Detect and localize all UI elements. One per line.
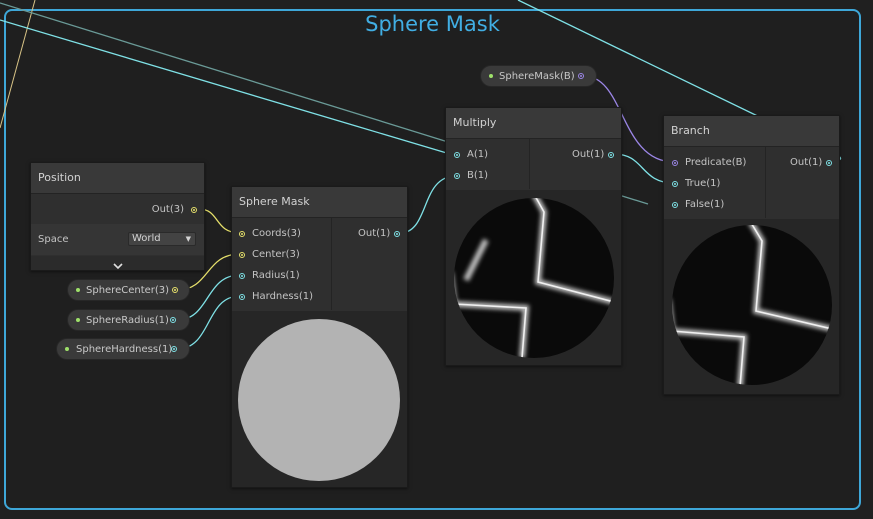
- port-out[interactable]: Out(1): [790, 156, 822, 170]
- property-label: SphereCenter(3): [86, 285, 170, 296]
- wire-offscreen-a: [0, 0, 36, 129]
- port-predicate[interactable]: Predicate(B): [685, 156, 746, 170]
- space-dropdown[interactable]: World ▼: [128, 232, 196, 246]
- sphere-mask-node[interactable]: Sphere Mask Coords(3) Center(3) Radius(1…: [231, 186, 408, 488]
- port-b-connector-icon[interactable]: [454, 173, 460, 179]
- port-label: Out(3): [151, 204, 184, 215]
- port-predicate-connector-icon[interactable]: [672, 160, 678, 166]
- port-a[interactable]: A(1): [467, 148, 488, 162]
- chevron-down-icon: [112, 263, 123, 270]
- port-center-connector-icon[interactable]: [239, 252, 245, 258]
- space-label: Space: [38, 234, 69, 245]
- property-indicator-icon: [489, 74, 493, 78]
- port-out-connector-icon[interactable]: [191, 207, 197, 213]
- port-out[interactable]: Out(1): [358, 227, 390, 241]
- preview-image: [454, 198, 614, 358]
- port-out-connector-icon[interactable]: [826, 160, 832, 166]
- node-title: Position: [31, 163, 204, 194]
- port-hardness-connector-icon[interactable]: [239, 294, 245, 300]
- property-out-connector-icon[interactable]: [171, 346, 177, 352]
- node-title: Sphere Mask: [232, 187, 407, 218]
- property-sphere-center[interactable]: SphereCenter(3): [67, 279, 190, 301]
- port-hardness[interactable]: Hardness(1): [252, 290, 313, 304]
- expand-button[interactable]: [31, 256, 204, 270]
- property-label: SphereRadius(1): [86, 315, 169, 326]
- port-radius[interactable]: Radius(1): [252, 269, 300, 283]
- property-sphere-hardness[interactable]: SphereHardness(1): [56, 338, 190, 360]
- port-true-connector-icon[interactable]: [672, 181, 678, 187]
- port-false[interactable]: False(1): [685, 198, 724, 212]
- property-indicator-icon: [76, 318, 80, 322]
- dropdown-arrow-icon: ▼: [185, 235, 191, 243]
- preview-image: [238, 319, 400, 481]
- port-a-connector-icon[interactable]: [454, 152, 460, 158]
- position-node[interactable]: Position Out(3) Space World ▼: [30, 162, 205, 271]
- property-label: SphereHardness(1): [76, 344, 173, 355]
- multiply-node[interactable]: Multiply A(1) B(1) Out(1): [445, 107, 622, 366]
- port-b[interactable]: B(1): [467, 169, 488, 183]
- property-out-connector-icon[interactable]: [578, 73, 584, 79]
- preview-image: [672, 225, 832, 385]
- port-divider: [529, 139, 530, 189]
- property-out-connector-icon[interactable]: [172, 287, 178, 293]
- property-indicator-icon: [76, 288, 80, 292]
- port-coords-connector-icon[interactable]: [239, 231, 245, 237]
- port-coords[interactable]: Coords(3): [252, 227, 301, 241]
- sphere-mask-preview: [232, 311, 407, 487]
- property-sphere-radius[interactable]: SphereRadius(1): [67, 309, 190, 331]
- branch-preview: [664, 219, 839, 394]
- wire-offscreen-b: [0, 19, 451, 155]
- property-label: SphereMask(B): [499, 71, 575, 82]
- port-out-connector-icon[interactable]: [394, 231, 400, 237]
- multiply-preview: [446, 190, 621, 365]
- property-out-connector-icon[interactable]: [170, 317, 176, 323]
- port-out-connector-icon[interactable]: [608, 152, 614, 158]
- branch-node[interactable]: Branch Predicate(B) True(1) False(1) Out…: [663, 115, 840, 395]
- port-out[interactable]: Out(3): [152, 203, 184, 217]
- port-divider: [331, 218, 332, 310]
- node-title: Branch: [664, 116, 839, 147]
- port-true[interactable]: True(1): [685, 177, 720, 191]
- port-false-connector-icon[interactable]: [672, 202, 678, 208]
- space-value: World: [132, 233, 161, 244]
- property-sphere-mask-bool[interactable]: SphereMask(B): [480, 65, 597, 87]
- node-title: Multiply: [446, 108, 621, 139]
- port-divider: [765, 147, 766, 218]
- property-indicator-icon: [65, 347, 69, 351]
- port-center[interactable]: Center(3): [252, 248, 300, 262]
- port-radius-connector-icon[interactable]: [239, 273, 245, 279]
- port-out[interactable]: Out(1): [572, 148, 604, 162]
